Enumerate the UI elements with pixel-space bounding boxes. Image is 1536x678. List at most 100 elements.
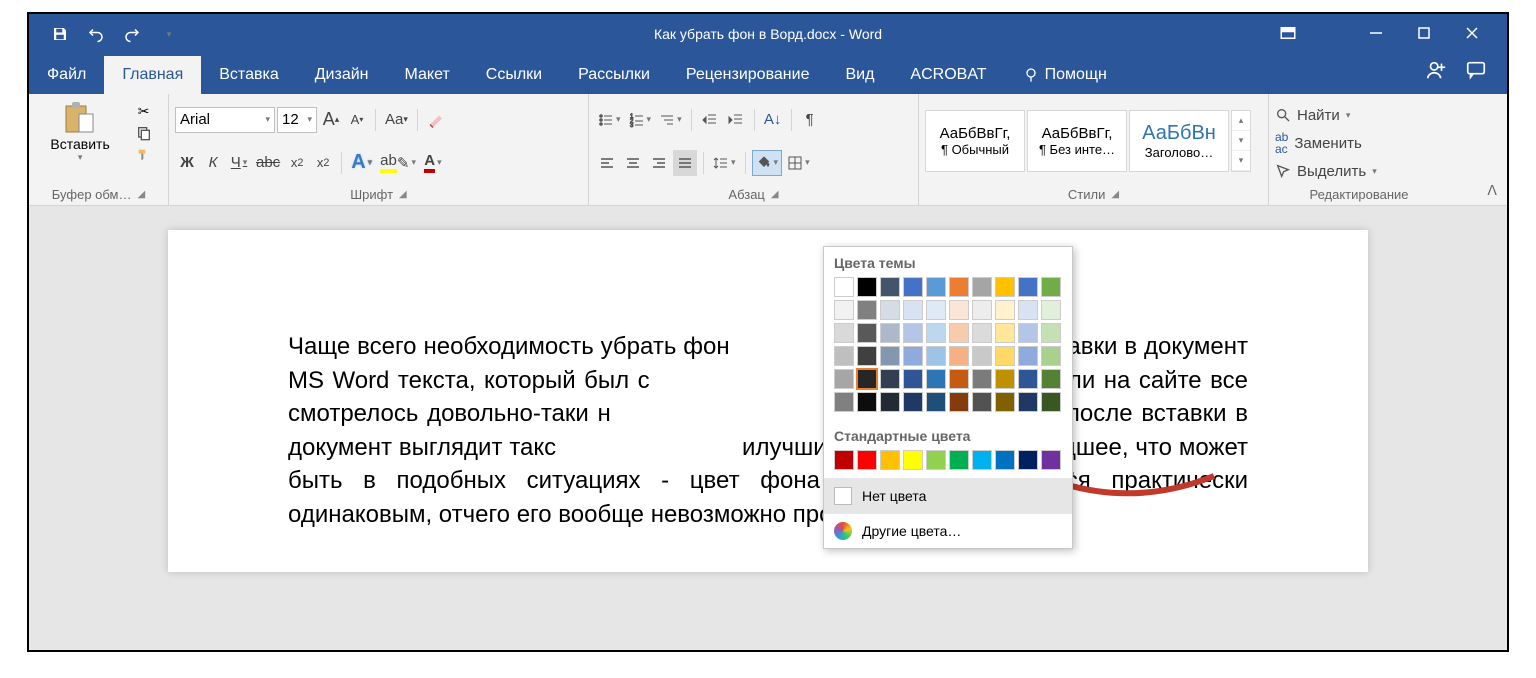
color-swatch[interactable]: [995, 392, 1015, 412]
color-swatch[interactable]: [926, 369, 946, 389]
color-swatch[interactable]: [880, 392, 900, 412]
tab-insert[interactable]: Вставка: [201, 56, 296, 94]
color-swatch[interactable]: [834, 392, 854, 412]
tab-design[interactable]: Дизайн: [297, 56, 387, 94]
color-swatch[interactable]: [857, 277, 877, 297]
no-color-item[interactable]: Нет цвета: [824, 478, 1072, 513]
color-swatch[interactable]: [1041, 450, 1061, 470]
color-swatch[interactable]: [1018, 277, 1038, 297]
font-name-combo[interactable]: Arial▾: [175, 107, 275, 133]
close-icon[interactable]: [1465, 26, 1479, 43]
numbering-button[interactable]: 123: [626, 107, 655, 133]
color-swatch[interactable]: [880, 300, 900, 320]
color-swatch[interactable]: [857, 450, 877, 470]
color-swatch[interactable]: [834, 277, 854, 297]
find-button[interactable]: Найти▾: [1275, 102, 1443, 128]
style-normal[interactable]: АаБбВвГг,¶ Обычный: [925, 110, 1025, 172]
more-colors-item[interactable]: Другие цвета…: [824, 513, 1072, 548]
style-no-spacing[interactable]: АаБбВвГг,¶ Без инте…: [1027, 110, 1127, 172]
color-swatch[interactable]: [903, 300, 923, 320]
color-swatch[interactable]: [949, 392, 969, 412]
font-size-combo[interactable]: 12▾: [277, 107, 317, 133]
color-swatch[interactable]: [926, 277, 946, 297]
increase-indent-button[interactable]: [724, 107, 748, 133]
share-icon[interactable]: [1425, 59, 1447, 86]
color-swatch[interactable]: [995, 450, 1015, 470]
strikethrough-button[interactable]: abc: [253, 150, 283, 176]
line-spacing-button[interactable]: [710, 150, 739, 176]
color-swatch[interactable]: [857, 346, 877, 366]
select-button[interactable]: Выделить▾: [1275, 158, 1443, 184]
color-swatch[interactable]: [880, 450, 900, 470]
color-swatch[interactable]: [834, 300, 854, 320]
color-swatch[interactable]: [949, 300, 969, 320]
highlight-button[interactable]: ab✎: [377, 150, 419, 176]
color-swatch[interactable]: [857, 300, 877, 320]
color-swatch[interactable]: [1018, 300, 1038, 320]
color-swatch[interactable]: [834, 346, 854, 366]
align-left-button[interactable]: [595, 150, 619, 176]
color-swatch[interactable]: [903, 277, 923, 297]
color-swatch[interactable]: [880, 323, 900, 343]
document-page[interactable]: Чаще всего необходимость убрать фон посл…: [168, 230, 1368, 572]
color-swatch[interactable]: [949, 277, 969, 297]
color-swatch[interactable]: [949, 323, 969, 343]
color-swatch[interactable]: [1041, 323, 1061, 343]
color-swatch[interactable]: [995, 300, 1015, 320]
decrease-indent-button[interactable]: [698, 107, 722, 133]
bullets-button[interactable]: [595, 107, 624, 133]
color-swatch[interactable]: [972, 346, 992, 366]
subscript-button[interactable]: x2: [285, 150, 309, 176]
superscript-button[interactable]: x2: [311, 150, 335, 176]
color-swatch[interactable]: [995, 346, 1015, 366]
tab-acrobat[interactable]: ACROBAT: [892, 56, 1004, 94]
borders-button[interactable]: [784, 150, 813, 176]
justify-button[interactable]: [673, 150, 697, 176]
shading-button[interactable]: [752, 150, 783, 176]
color-swatch[interactable]: [926, 300, 946, 320]
color-swatch[interactable]: [926, 392, 946, 412]
underline-button[interactable]: Ч: [227, 150, 251, 176]
color-swatch[interactable]: [926, 323, 946, 343]
clipboard-dialog-launcher-icon[interactable]: ◢: [138, 189, 146, 200]
paragraph-dialog-launcher-icon[interactable]: ◢: [771, 189, 779, 200]
color-swatch[interactable]: [903, 346, 923, 366]
font-dialog-launcher-icon[interactable]: ◢: [399, 189, 407, 200]
align-center-button[interactable]: [621, 150, 645, 176]
color-swatch[interactable]: [880, 346, 900, 366]
color-swatch[interactable]: [903, 450, 923, 470]
qat-customize-icon[interactable]: [159, 25, 177, 43]
color-swatch[interactable]: [972, 450, 992, 470]
color-swatch[interactable]: [1018, 392, 1038, 412]
cut-icon[interactable]: ✂: [135, 102, 153, 120]
color-swatch[interactable]: [1041, 369, 1061, 389]
styles-scroll[interactable]: ▴▾▾: [1231, 110, 1251, 172]
paste-button[interactable]: Вставить ▾: [44, 98, 115, 184]
color-swatch[interactable]: [1041, 277, 1061, 297]
color-swatch[interactable]: [1041, 346, 1061, 366]
tab-tell-me[interactable]: Помощн: [1005, 56, 1125, 94]
color-swatch[interactable]: [926, 450, 946, 470]
comments-icon[interactable]: [1465, 59, 1487, 86]
tab-layout[interactable]: Макет: [387, 56, 468, 94]
undo-icon[interactable]: [87, 25, 105, 43]
color-swatch[interactable]: [1018, 323, 1038, 343]
tab-home[interactable]: Главная: [104, 56, 201, 94]
tab-mailings[interactable]: Рассылки: [560, 56, 668, 94]
color-swatch[interactable]: [995, 323, 1015, 343]
color-swatch[interactable]: [1018, 369, 1038, 389]
color-swatch[interactable]: [972, 277, 992, 297]
show-marks-button[interactable]: ¶: [798, 107, 822, 133]
collapse-ribbon-icon[interactable]: ᐱ: [1487, 182, 1497, 199]
color-swatch[interactable]: [1018, 450, 1038, 470]
multilevel-list-button[interactable]: [656, 107, 685, 133]
style-heading1[interactable]: АаБбВнЗаголово…: [1129, 110, 1229, 172]
tab-view[interactable]: Вид: [827, 56, 892, 94]
ribbon-display-options-icon[interactable]: [1279, 24, 1297, 45]
color-swatch[interactable]: [972, 369, 992, 389]
color-swatch[interactable]: [972, 392, 992, 412]
align-right-button[interactable]: [647, 150, 671, 176]
tab-file[interactable]: Файл: [29, 56, 104, 94]
color-swatch[interactable]: [857, 323, 877, 343]
change-case-button[interactable]: Aa▾: [382, 107, 411, 133]
